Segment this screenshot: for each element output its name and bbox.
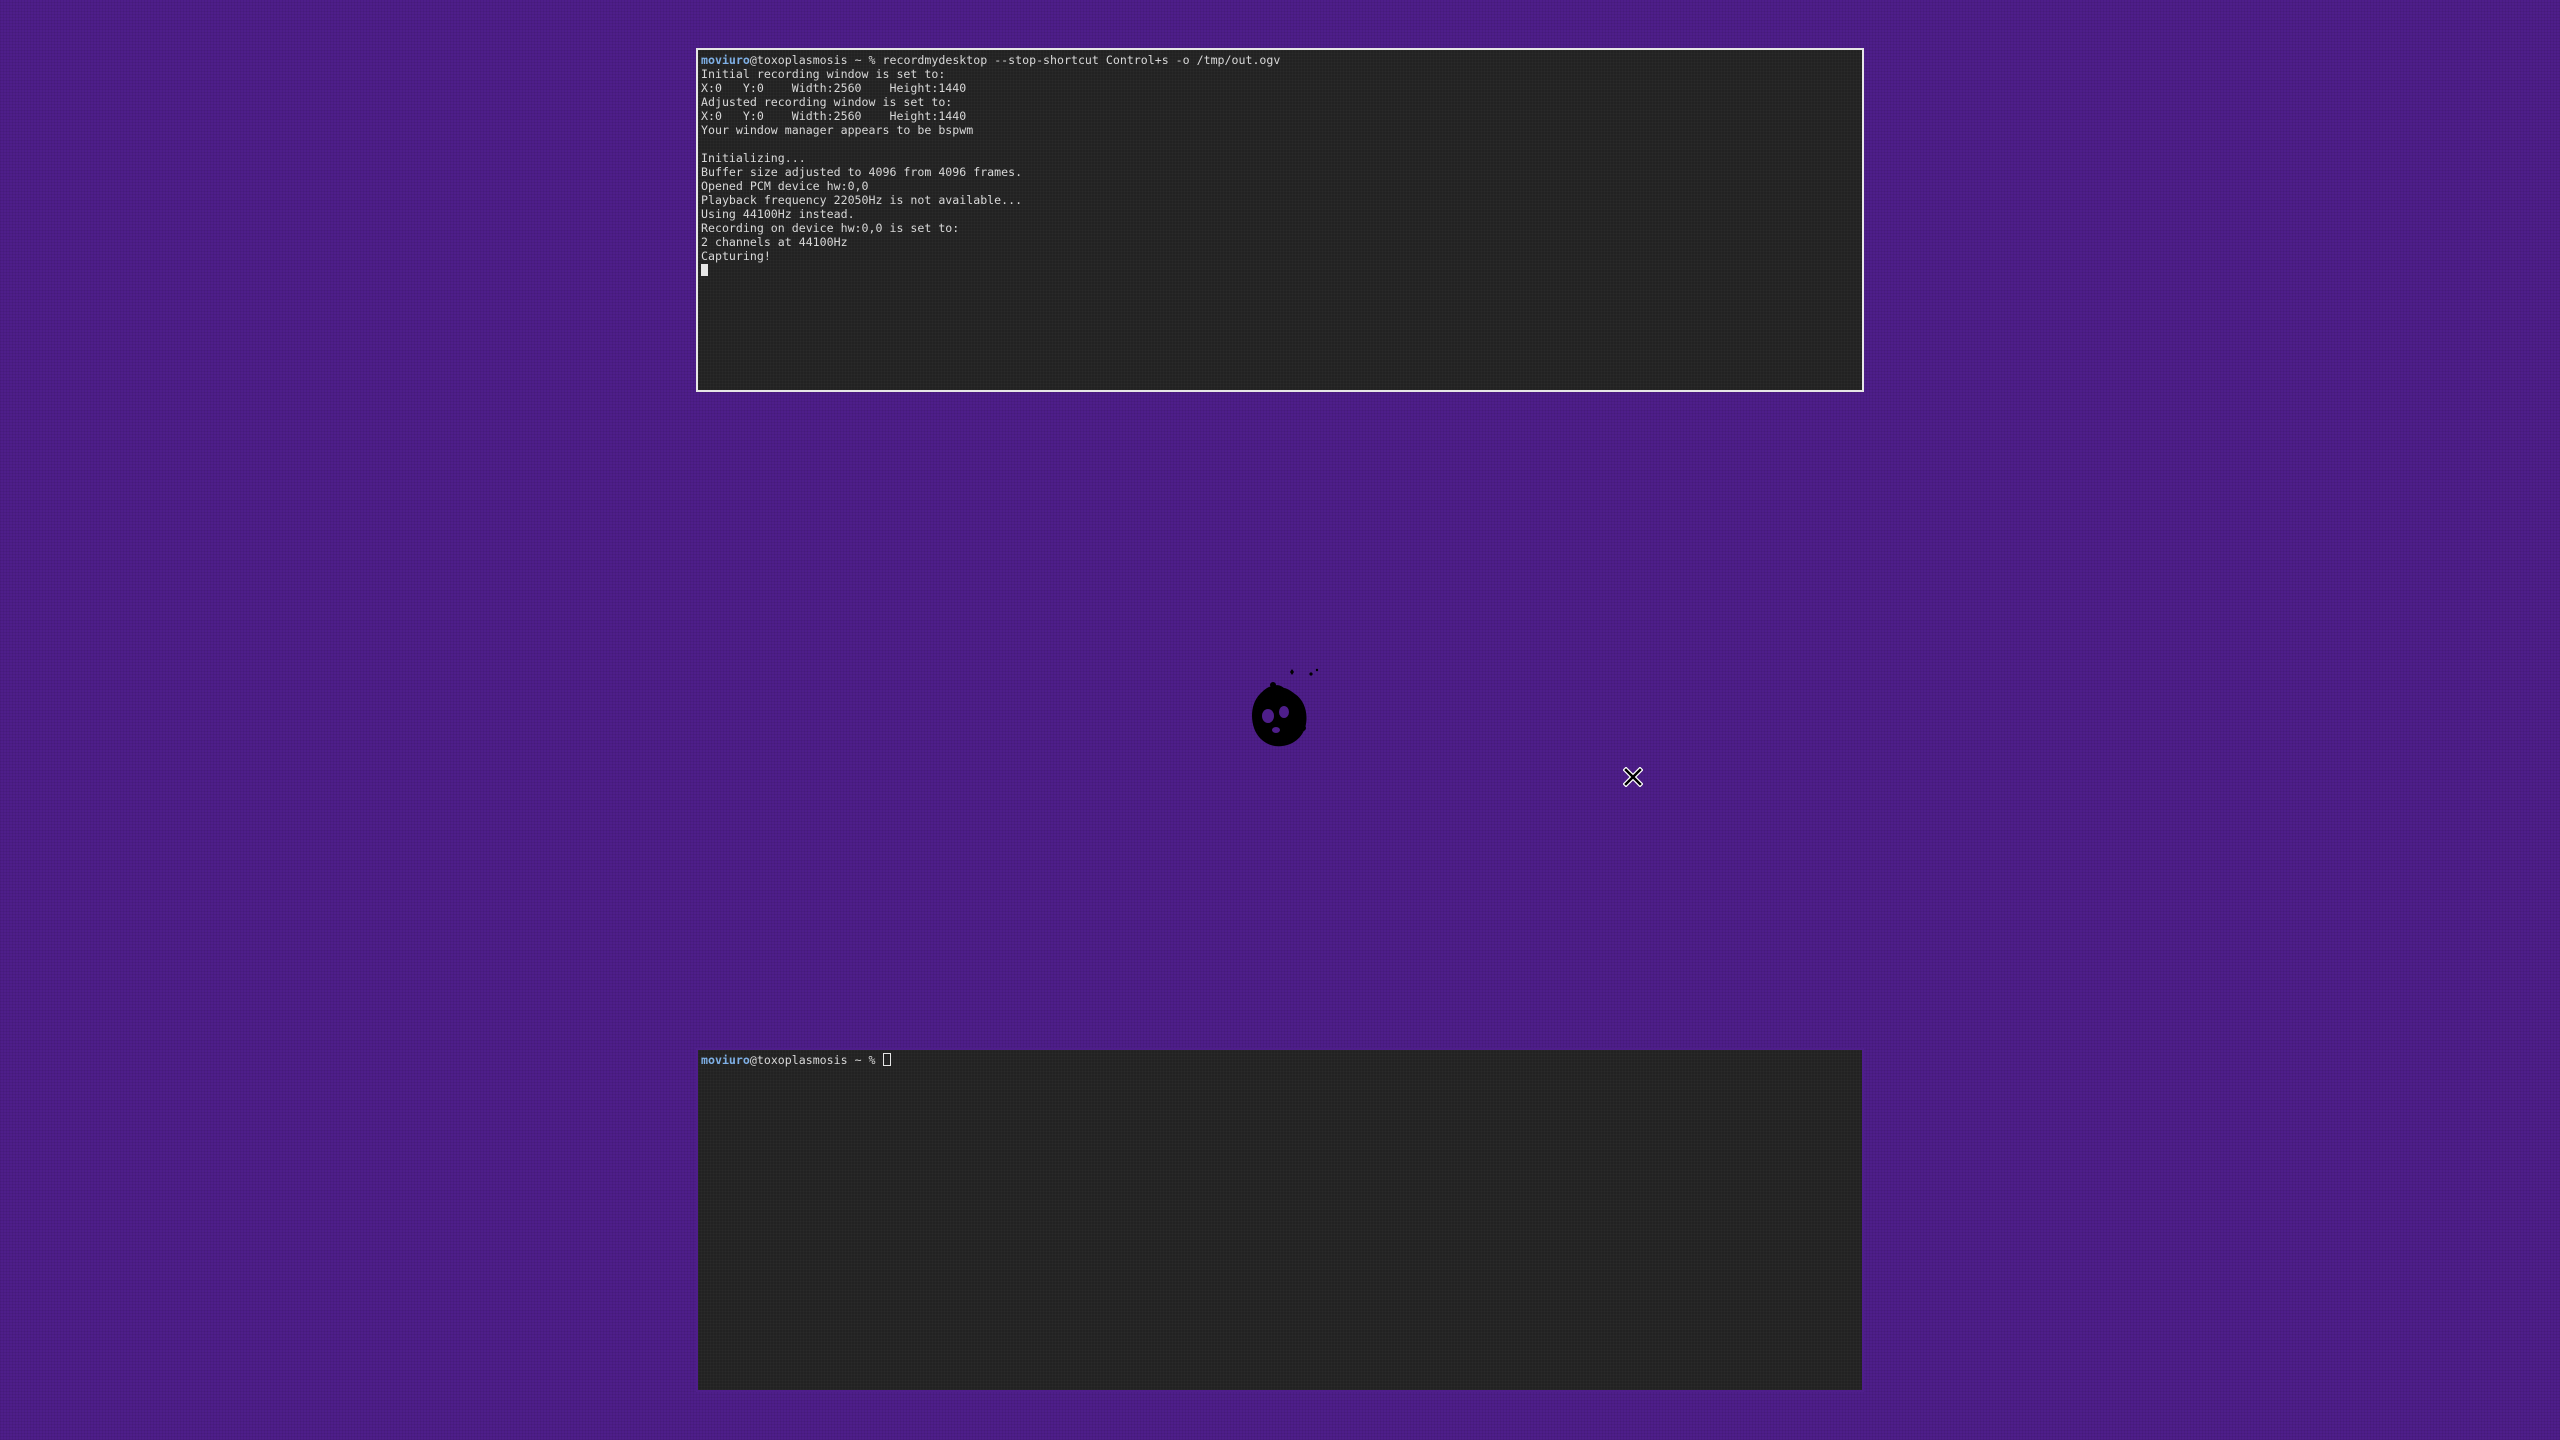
output-line: Your window manager appears to be bspwm <box>701 123 974 137</box>
cursor-line <box>701 263 1859 277</box>
output-line: 2 channels at 44100Hz <box>701 235 848 249</box>
output-line: Buffer size adjusted to 4096 from 4096 f… <box>701 165 1023 179</box>
output-line: Capturing! <box>701 249 771 263</box>
prompt-user: moviuro <box>701 1053 750 1067</box>
output-line: Initializing... <box>701 151 806 165</box>
prompt-suffix: ~ % <box>847 53 883 67</box>
output-line: Using 44100Hz instead. <box>701 207 855 221</box>
hollow-cursor <box>882 1053 891 1066</box>
prompt-host: @toxoplasmosis <box>749 53 848 67</box>
output-line: Recording on device hw:0,0 is set to: <box>701 221 960 235</box>
output-line: Opened PCM device hw:0,0 <box>701 179 869 193</box>
output-line: Adjusted recording window is set to: <box>701 95 953 109</box>
command-text: recordmydesktop --stop-shortcut Control+… <box>882 53 1281 67</box>
output-line: X:0 Y:0 Width:2560 Height:1440 <box>701 109 967 123</box>
prompt-user: moviuro <box>701 53 750 67</box>
prompt-line: moviuro@toxoplasmosis ~ % recordmydeskto… <box>701 53 1859 67</box>
prompt-suffix: ~ % <box>847 1053 883 1067</box>
ghost-blob-icon <box>1252 668 1319 747</box>
output-line: X:0 Y:0 Width:2560 Height:1440 <box>701 81 967 95</box>
x-cursor-icon <box>1623 767 1643 787</box>
terminal-window-idle[interactable]: moviuro@toxoplasmosis ~ % <box>696 1048 1864 1392</box>
block-cursor <box>701 264 708 276</box>
output-line: Playback frequency 22050Hz is not availa… <box>701 193 1023 207</box>
prompt-line: moviuro@toxoplasmosis ~ % <box>701 1053 1859 1067</box>
output-line: Initial recording window is set to: <box>701 67 946 81</box>
terminal-window-recording[interactable]: moviuro@toxoplasmosis ~ % recordmydeskto… <box>696 48 1864 392</box>
prompt-host: @toxoplasmosis <box>749 1053 848 1067</box>
